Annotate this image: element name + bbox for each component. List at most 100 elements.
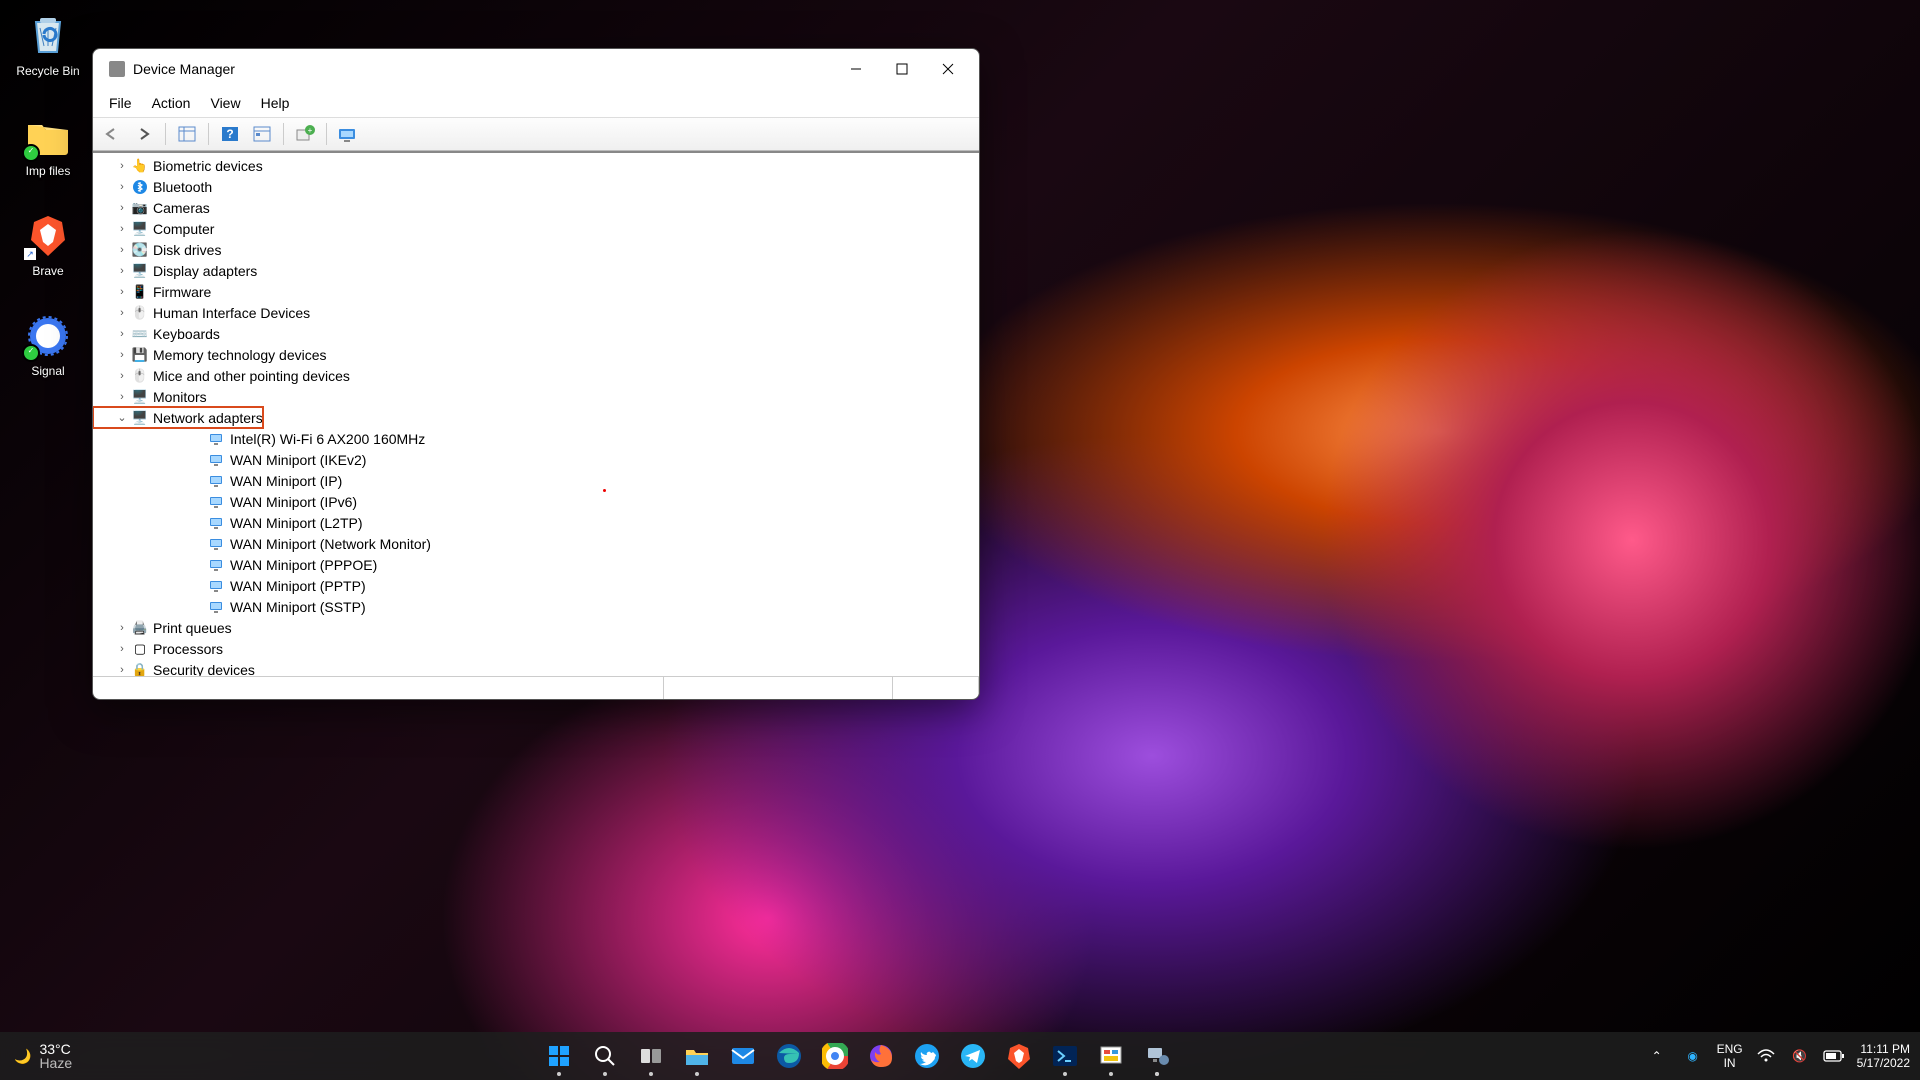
weather-desc: Haze: [39, 1056, 72, 1070]
tree-node-processors[interactable]: ›▢Processors: [93, 638, 979, 659]
bluetooth-icon: [131, 179, 149, 195]
brave-shortcut[interactable]: ↗Brave: [8, 212, 88, 278]
tree-leaf[interactable]: WAN Miniport (Network Monitor): [138, 533, 979, 554]
device-manager-app[interactable]: [1137, 1036, 1177, 1076]
device-category-icon: 🖥️: [131, 221, 149, 237]
device-category-icon: 🔒: [131, 662, 149, 677]
show-hidden-button[interactable]: [174, 121, 200, 147]
tree-leaf[interactable]: WAN Miniport (IP): [138, 470, 979, 491]
search-button[interactable]: [585, 1036, 625, 1076]
menu-view[interactable]: View: [200, 93, 250, 113]
language-indicator[interactable]: ENG IN: [1717, 1042, 1743, 1070]
battery-icon[interactable]: [1823, 1036, 1845, 1076]
tree-node-mice-and-other-pointing-devices[interactable]: ›🖱️Mice and other pointing devices: [93, 365, 979, 386]
tree-node-security-devices[interactable]: ›🔒Security devices: [93, 659, 979, 676]
signal-shortcut[interactable]: ✓Signal: [8, 312, 88, 378]
moon-icon: 🌙: [14, 1049, 31, 1063]
task-view-button[interactable]: [631, 1036, 671, 1076]
tray-clock-icon[interactable]: ◉: [1681, 1036, 1705, 1076]
tray-chevron-icon[interactable]: ⌃: [1645, 1036, 1669, 1076]
weather-widget[interactable]: 🌙 33°C Haze: [14, 1042, 72, 1070]
chevron-right-icon[interactable]: ›: [113, 198, 131, 218]
tree-leaf[interactable]: WAN Miniport (L2TP): [138, 512, 979, 533]
chevron-right-icon[interactable]: ›: [113, 282, 131, 302]
chevron-right-icon[interactable]: ›: [113, 639, 131, 659]
network-adapter-icon: [208, 473, 226, 489]
chevron-down-icon[interactable]: ⌄: [113, 408, 131, 428]
file-explorer[interactable]: [677, 1036, 717, 1076]
tree-node-display-adapters[interactable]: ›🖥️Display adapters: [93, 260, 979, 281]
edge-browser[interactable]: [769, 1036, 809, 1076]
tree-node-human-interface-devices[interactable]: ›🖱️Human Interface Devices: [93, 302, 979, 323]
back-button[interactable]: [99, 121, 125, 147]
taskbar: 🌙 33°C Haze ⌃ ◉ ENG IN 🔇 11:11 PM 5/17/2…: [0, 1032, 1920, 1080]
device-category-icon: 🖱️: [131, 305, 149, 321]
tree-leaf[interactable]: WAN Miniport (IPv6): [138, 491, 979, 512]
window-titlebar[interactable]: Device Manager: [93, 49, 979, 89]
device-manager-icon: [109, 61, 125, 77]
tree-node-bluetooth[interactable]: › Bluetooth: [93, 176, 979, 197]
imp-files-folder[interactable]: ✓Imp files: [8, 112, 88, 178]
tree-leaf-label: WAN Miniport (IP): [230, 471, 342, 491]
tree-node-label: Bluetooth: [153, 177, 212, 197]
tree-leaf[interactable]: WAN Miniport (PPTP): [138, 575, 979, 596]
volume-muted-icon[interactable]: 🔇: [1789, 1036, 1811, 1076]
wifi-icon[interactable]: [1755, 1036, 1777, 1076]
menu-file[interactable]: File: [99, 93, 142, 113]
chrome-browser[interactable]: [815, 1036, 855, 1076]
forward-button[interactable]: [131, 121, 157, 147]
tree-node-print-queues[interactable]: ›🖨️Print queues: [93, 617, 979, 638]
help-button[interactable]: ?: [217, 121, 243, 147]
tree-leaf[interactable]: Intel(R) Wi-Fi 6 AX200 160MHz: [138, 428, 979, 449]
chevron-right-icon[interactable]: ›: [113, 303, 131, 323]
properties-button[interactable]: [249, 121, 275, 147]
device-tree-panel[interactable]: ›👆Biometric devices›Bluetooth›📷Cameras›🖥…: [93, 151, 979, 676]
powershell-app[interactable]: [1045, 1036, 1085, 1076]
start-button[interactable]: [539, 1036, 579, 1076]
maximize-button[interactable]: [879, 49, 925, 89]
chevron-right-icon[interactable]: ›: [113, 156, 131, 176]
chevron-right-icon[interactable]: ›: [113, 240, 131, 260]
minimize-button[interactable]: [833, 49, 879, 89]
tree-node-cameras[interactable]: ›📷Cameras: [93, 197, 979, 218]
tree-leaf[interactable]: WAN Miniport (SSTP): [138, 596, 979, 617]
chevron-right-icon[interactable]: ›: [113, 618, 131, 638]
brave-browser[interactable]: [999, 1036, 1039, 1076]
tree-node-computer[interactable]: ›🖥️Computer: [93, 218, 979, 239]
tree-node-firmware[interactable]: ›📱Firmware: [93, 281, 979, 302]
tree-node-memory-technology-devices[interactable]: ›💾Memory technology devices: [93, 344, 979, 365]
tree-node-disk-drives[interactable]: ›💽Disk drives: [93, 239, 979, 260]
tree-node-keyboards[interactable]: ›⌨️Keyboards: [93, 323, 979, 344]
tree-node-biometric-devices[interactable]: ›👆Biometric devices: [93, 155, 979, 176]
chevron-right-icon[interactable]: ›: [113, 387, 131, 407]
update-driver-button[interactable]: +: [292, 121, 318, 147]
tree-node-label: Disk drives: [153, 240, 221, 260]
chevron-right-icon[interactable]: ›: [113, 366, 131, 386]
tree-node-label: Human Interface Devices: [153, 303, 310, 323]
chevron-right-icon[interactable]: ›: [113, 660, 131, 677]
tree-leaf[interactable]: WAN Miniport (IKEv2): [138, 449, 979, 470]
menu-action[interactable]: Action: [142, 93, 201, 113]
snipping-tool[interactable]: [1091, 1036, 1131, 1076]
chevron-right-icon[interactable]: ›: [113, 345, 131, 365]
chevron-right-icon[interactable]: ›: [113, 324, 131, 344]
scan-hardware-button[interactable]: [335, 121, 361, 147]
twitter-app[interactable]: [907, 1036, 947, 1076]
mail-app[interactable]: [723, 1036, 763, 1076]
tree-node-monitors[interactable]: ›🖥️Monitors: [93, 386, 979, 407]
chevron-right-icon[interactable]: ›: [113, 177, 131, 197]
device-category-icon: 🖥️: [131, 263, 149, 279]
tree-node-network-adapters[interactable]: ⌄🖥️Network adapters: [93, 407, 263, 428]
menu-help[interactable]: Help: [251, 93, 300, 113]
chevron-right-icon[interactable]: ›: [113, 219, 131, 239]
clock[interactable]: 11:11 PM 5/17/2022: [1857, 1042, 1910, 1070]
tree-leaf[interactable]: WAN Miniport (PPPOE): [138, 554, 979, 575]
close-button[interactable]: [925, 49, 971, 89]
device-category-icon: 📱: [131, 284, 149, 300]
chevron-right-icon[interactable]: ›: [113, 261, 131, 281]
recycle-bin[interactable]: Recycle Bin: [8, 12, 88, 78]
telegram-app[interactable]: [953, 1036, 993, 1076]
tree-node-label: Mice and other pointing devices: [153, 366, 350, 386]
device-category-icon: 🖥️: [131, 410, 149, 426]
firefox-browser[interactable]: [861, 1036, 901, 1076]
